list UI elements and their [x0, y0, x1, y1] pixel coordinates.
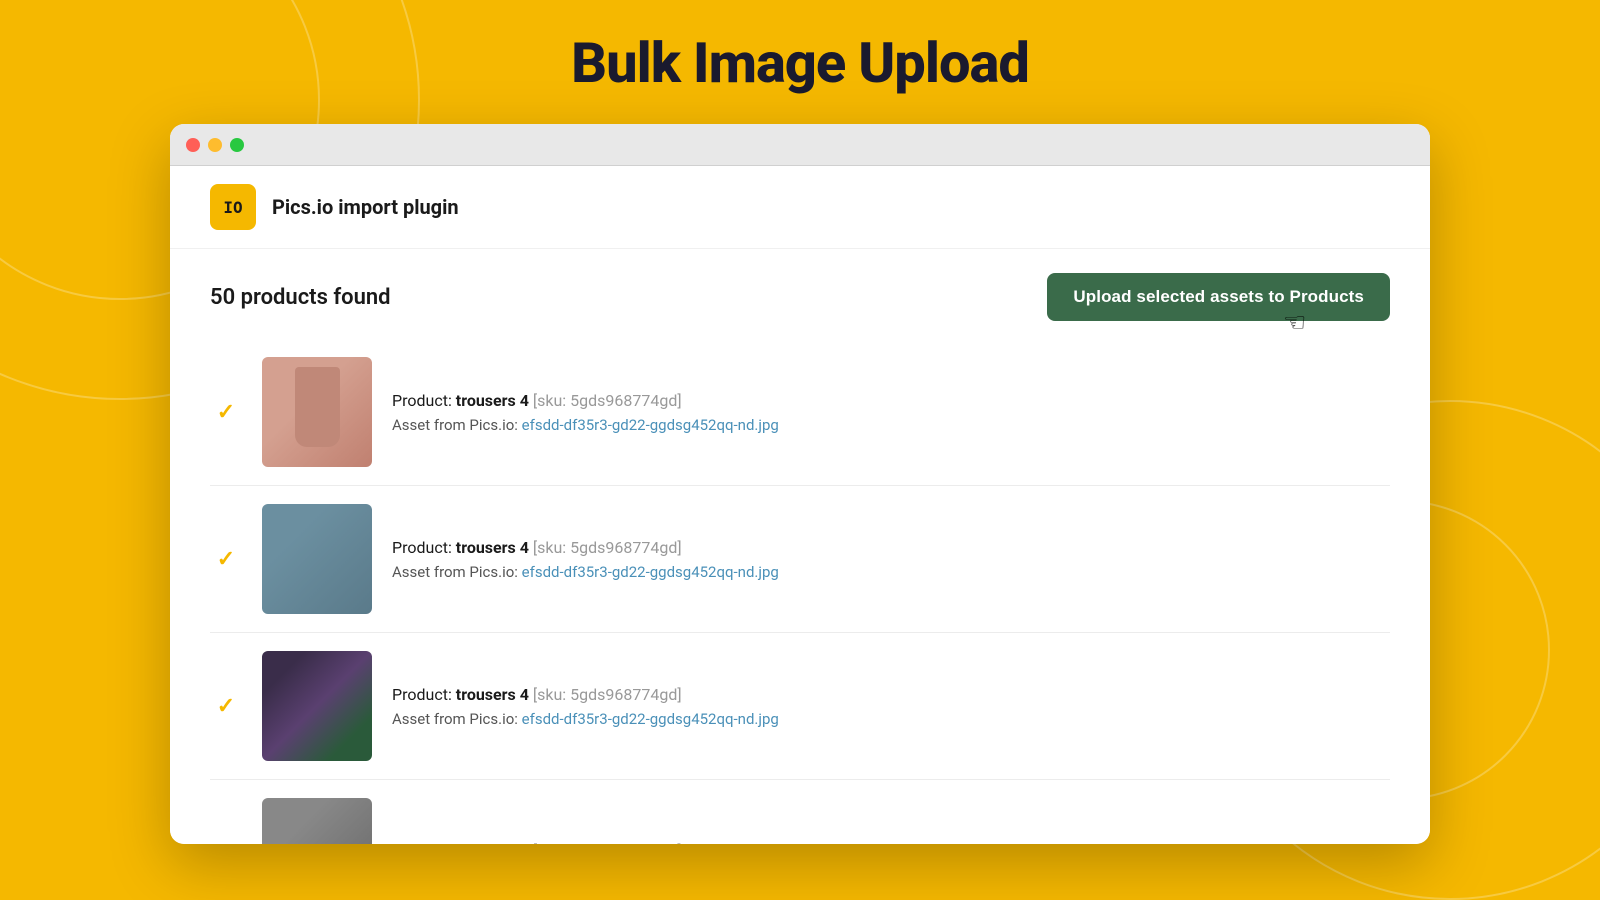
product-image	[262, 357, 372, 467]
product-item: ✓ Product: trousers 4 [sku: 5gds968774gd…	[210, 633, 1390, 780]
product-list: ✓ Product: trousers 4 [sku: 5gds968774gd…	[170, 339, 1430, 844]
asset-link[interactable]: efsdd-df35r3-gd22-ggdsg452qq-nd.jpg	[522, 710, 779, 728]
product-title: Product: trousers 4 [sku: 5gds968774gd]	[392, 538, 1390, 557]
product-title: Product: trousers 4 [sku: 5gds968774gd]	[392, 685, 1390, 704]
asset-link[interactable]: efsdd-df35r3-gd22-ggdsg452qq-nd.jpg	[522, 416, 779, 434]
product-info: Product: trousers 4 [sku: 5gds968774gd] …	[392, 538, 1390, 581]
asset-label: Asset from Pics.io:	[392, 416, 518, 434]
window-titlebar	[170, 124, 1430, 166]
asset-row: Asset from Pics.io: efsdd-df35r3-gd22-gg…	[392, 710, 1390, 728]
minimize-button[interactable]	[208, 138, 222, 152]
product-title: Product: trousers 4 [sku: 5gds968774gd]	[392, 841, 1390, 845]
checkbox-area[interactable]: ✓	[210, 547, 242, 571]
product-sku: [sku: 5gds968774gd]	[533, 391, 682, 410]
product-item: ✓ Product: trousers 4 [sku: 5gds968774gd…	[210, 486, 1390, 633]
asset-label: Asset from Pics.io:	[392, 710, 518, 728]
products-header: 50 products found Upload selected assets…	[170, 249, 1430, 339]
plugin-name: Pics.io import plugin	[272, 195, 459, 219]
product-image	[262, 651, 372, 761]
product-name: trousers 4	[456, 538, 529, 557]
product-name: trousers 4	[456, 391, 529, 410]
checkbox-checked-icon[interactable]: ✓	[214, 841, 238, 844]
product-info: Product: trousers 4 [sku: 5gds968774gd]	[392, 841, 1390, 845]
product-label: Product:	[392, 685, 452, 704]
checkbox-checked-icon[interactable]: ✓	[214, 547, 238, 571]
plugin-header: IO Pics.io import plugin	[170, 166, 1430, 249]
product-image	[262, 798, 372, 844]
product-name: trousers 4	[456, 685, 529, 704]
product-info: Product: trousers 4 [sku: 5gds968774gd] …	[392, 391, 1390, 434]
product-item: ✓ Product: trousers 4 [sku: 5gds968774gd…	[210, 339, 1390, 486]
page-title: Bulk Image Upload	[0, 0, 1600, 124]
product-sku: [sku: 5gds968774gd]	[533, 841, 682, 845]
products-count: 50 products found	[210, 285, 391, 310]
product-info: Product: trousers 4 [sku: 5gds968774gd] …	[392, 685, 1390, 728]
checkbox-area[interactable]: ✓	[210, 694, 242, 718]
product-sku: [sku: 5gds968774gd]	[533, 538, 682, 557]
checkbox-checked-icon[interactable]: ✓	[214, 694, 238, 718]
product-label: Product:	[392, 841, 452, 845]
product-sku: [sku: 5gds968774gd]	[533, 685, 682, 704]
checkbox-checked-icon[interactable]: ✓	[214, 400, 238, 424]
asset-row: Asset from Pics.io: efsdd-df35r3-gd22-gg…	[392, 563, 1390, 581]
app-window: IO Pics.io import plugin 50 products fou…	[170, 124, 1430, 844]
checkbox-area[interactable]: ✓	[210, 841, 242, 844]
asset-row: Asset from Pics.io: efsdd-df35r3-gd22-gg…	[392, 416, 1390, 434]
product-label: Product:	[392, 391, 452, 410]
checkbox-area[interactable]: ✓	[210, 400, 242, 424]
product-image	[262, 504, 372, 614]
asset-label: Asset from Pics.io:	[392, 563, 518, 581]
asset-link[interactable]: efsdd-df35r3-gd22-ggdsg452qq-nd.jpg	[522, 563, 779, 581]
plugin-logo: IO	[210, 184, 256, 230]
close-button[interactable]	[186, 138, 200, 152]
maximize-button[interactable]	[230, 138, 244, 152]
product-item: ✓ Product: trousers 4 [sku: 5gds968774gd…	[210, 780, 1390, 844]
window-content: IO Pics.io import plugin 50 products fou…	[170, 166, 1430, 844]
product-label: Product:	[392, 538, 452, 557]
product-name: trousers 4	[456, 841, 529, 845]
upload-selected-assets-button[interactable]: Upload selected assets to Products	[1047, 273, 1390, 321]
product-title: Product: trousers 4 [sku: 5gds968774gd]	[392, 391, 1390, 410]
